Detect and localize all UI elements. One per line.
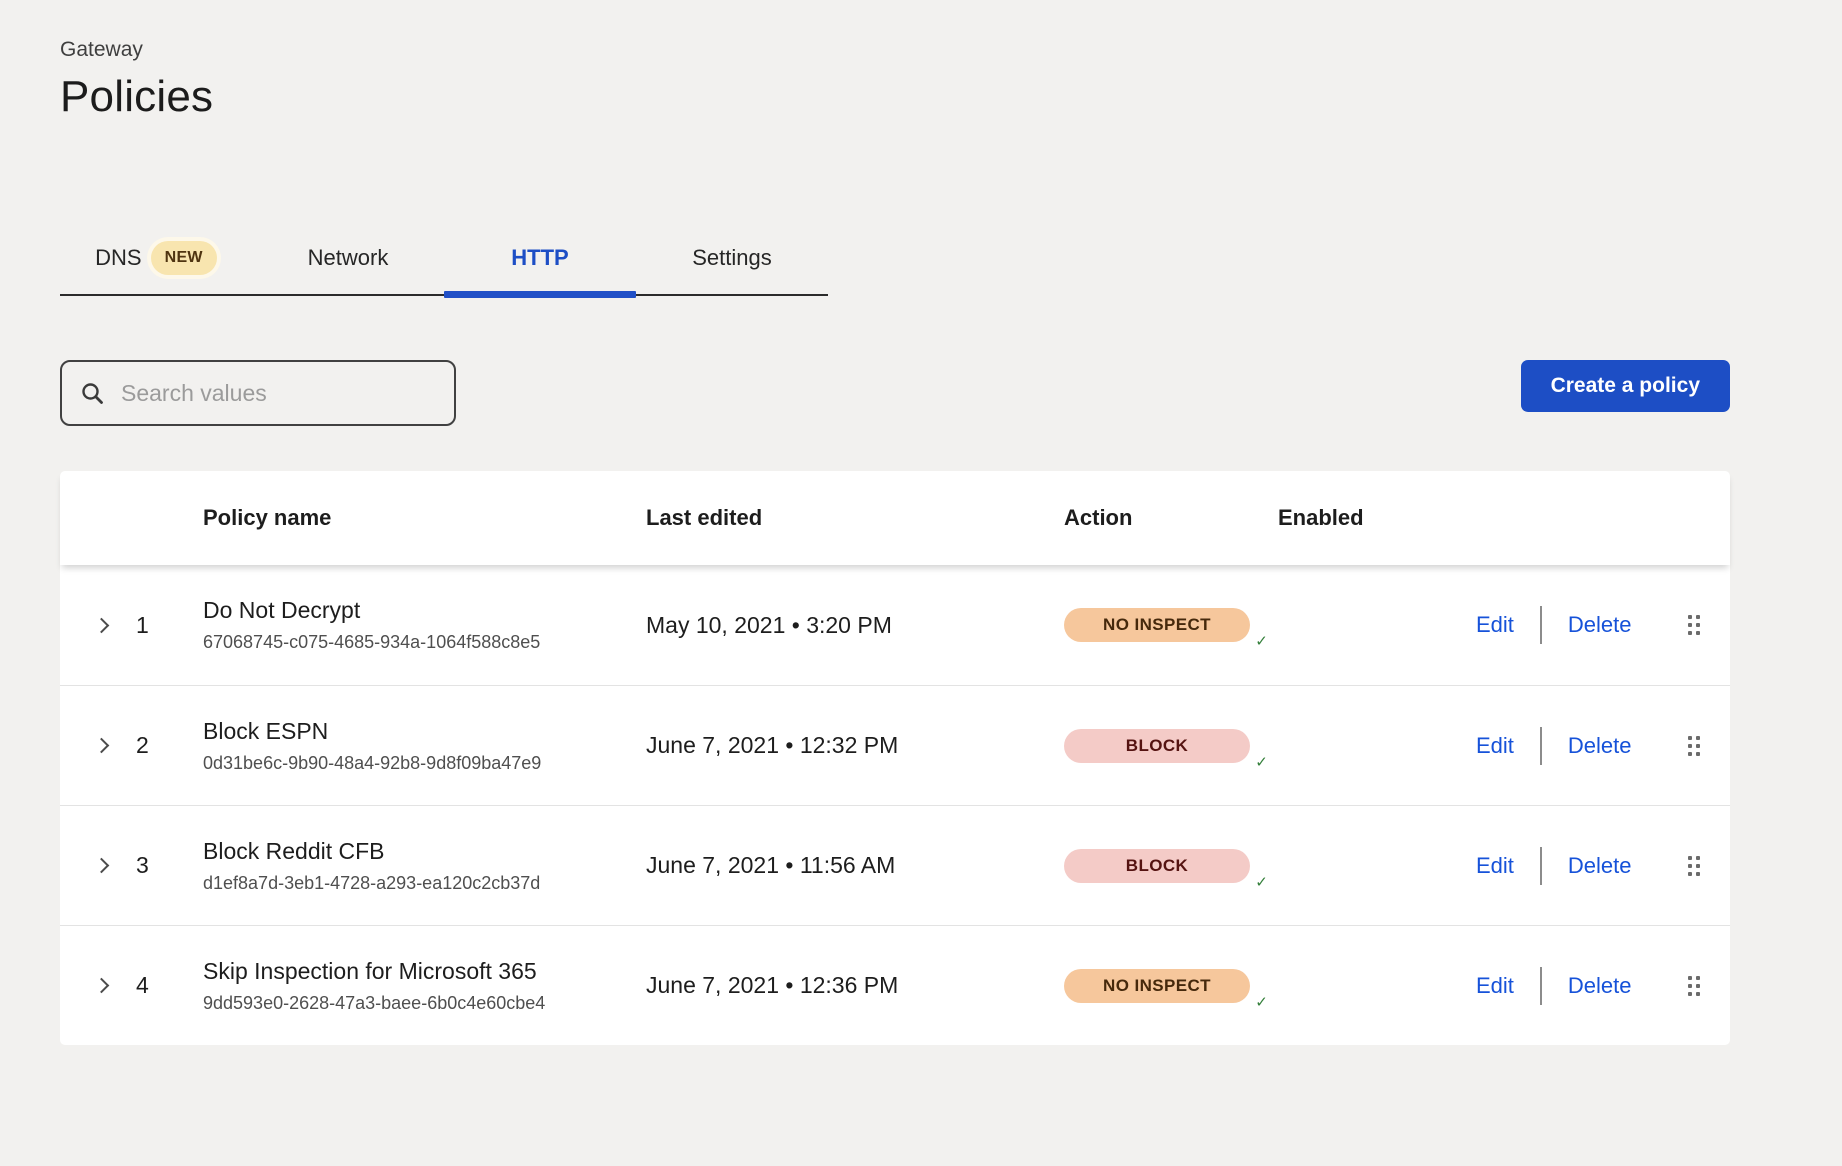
row-actions: Edit Delete xyxy=(1476,606,1700,644)
link-separator xyxy=(1540,606,1542,644)
link-separator xyxy=(1540,967,1542,1005)
tab-bar: DNS NEW Network HTTP Settings xyxy=(60,222,828,296)
policy-id: 67068745-c075-4685-934a-1064f588c8e5 xyxy=(203,632,646,653)
tab-http[interactable]: HTTP xyxy=(444,222,636,294)
link-separator xyxy=(1540,727,1542,765)
policy-name: Do Not Decrypt xyxy=(203,597,646,624)
edit-link[interactable]: Edit xyxy=(1476,733,1514,759)
tab-dns[interactable]: DNS NEW xyxy=(60,222,252,294)
breadcrumb[interactable]: Gateway xyxy=(60,38,1842,62)
policy-id: 0d31be6c-9b90-48a4-92b8-9d8f09ba47e9 xyxy=(203,753,646,774)
edit-link[interactable]: Edit xyxy=(1476,973,1514,999)
table-row: 3 Block Reddit CFB d1ef8a7d-3eb1-4728-a2… xyxy=(60,805,1730,925)
chevron-right-icon[interactable] xyxy=(94,738,110,754)
last-edited: June 7, 2021 • 11:56 AM xyxy=(646,852,1064,879)
column-last-edited: Last edited xyxy=(646,505,1064,531)
toggle-knob: ✓ xyxy=(1249,990,1274,1015)
search-box[interactable] xyxy=(60,360,456,426)
row-number: 3 xyxy=(136,852,203,879)
new-badge: NEW xyxy=(151,241,217,275)
toggle-knob: ✓ xyxy=(1249,629,1274,654)
last-edited: June 7, 2021 • 12:32 PM xyxy=(646,732,1064,759)
toggle-knob: ✓ xyxy=(1249,750,1274,775)
page-title: Policies xyxy=(60,72,1842,122)
action-badge: NO INSPECT xyxy=(1064,969,1250,1003)
table-row: 1 Do Not Decrypt 67068745-c075-4685-934a… xyxy=(60,565,1730,685)
table-body: 1 Do Not Decrypt 67068745-c075-4685-934a… xyxy=(60,565,1730,1045)
row-actions: Edit Delete xyxy=(1476,847,1700,885)
policy-name: Skip Inspection for Microsoft 365 xyxy=(203,958,646,985)
drag-handle-icon[interactable] xyxy=(1688,615,1700,635)
check-icon: ✓ xyxy=(1255,634,1268,649)
action-badge: NO INSPECT xyxy=(1064,608,1250,642)
policy-name-cell: Skip Inspection for Microsoft 365 9dd593… xyxy=(203,958,646,1014)
tab-settings-label: Settings xyxy=(692,245,772,271)
delete-link[interactable]: Delete xyxy=(1568,973,1632,999)
check-icon: ✓ xyxy=(1255,875,1268,890)
edit-link[interactable]: Edit xyxy=(1476,853,1514,879)
table-header: Policy name Last edited Action Enabled xyxy=(60,471,1730,565)
action-badge: BLOCK xyxy=(1064,729,1250,763)
search-input[interactable] xyxy=(121,380,438,407)
toggle-knob: ✓ xyxy=(1249,870,1274,895)
policy-id: 9dd593e0-2628-47a3-baee-6b0c4e60cbe4 xyxy=(203,993,646,1014)
chevron-right-icon[interactable] xyxy=(94,978,110,994)
delete-link[interactable]: Delete xyxy=(1568,733,1632,759)
row-number: 1 xyxy=(136,612,203,639)
tab-dns-label: DNS xyxy=(95,245,141,271)
drag-handle-icon[interactable] xyxy=(1688,736,1700,756)
delete-link[interactable]: Delete xyxy=(1568,853,1632,879)
policy-name: Block ESPN xyxy=(203,718,646,745)
policy-id: d1ef8a7d-3eb1-4728-a293-ea120c2cb37d xyxy=(203,873,646,894)
drag-handle-icon[interactable] xyxy=(1688,856,1700,876)
policies-table: Policy name Last edited Action Enabled 1… xyxy=(60,471,1730,1045)
row-number: 2 xyxy=(136,732,203,759)
tab-http-label: HTTP xyxy=(511,245,568,271)
action-badge: BLOCK xyxy=(1064,849,1250,883)
tab-network[interactable]: Network xyxy=(252,222,444,294)
search-icon xyxy=(80,381,105,406)
create-policy-button[interactable]: Create a policy xyxy=(1521,360,1730,412)
edit-link[interactable]: Edit xyxy=(1476,612,1514,638)
column-enabled: Enabled xyxy=(1278,505,1476,531)
check-icon: ✓ xyxy=(1255,755,1268,770)
table-row: 4 Skip Inspection for Microsoft 365 9dd5… xyxy=(60,925,1730,1045)
row-actions: Edit Delete xyxy=(1476,727,1700,765)
row-actions: Edit Delete xyxy=(1476,967,1700,1005)
link-separator xyxy=(1540,847,1542,885)
tab-settings[interactable]: Settings xyxy=(636,222,828,294)
delete-link[interactable]: Delete xyxy=(1568,612,1632,638)
drag-handle-icon[interactable] xyxy=(1688,976,1700,996)
policy-name-cell: Block Reddit CFB d1ef8a7d-3eb1-4728-a293… xyxy=(203,838,646,894)
gateway-policies-page: Gateway Policies DNS NEW Network HTTP Se… xyxy=(0,0,1842,1045)
chevron-right-icon[interactable] xyxy=(94,858,110,874)
toolbar: Create a policy xyxy=(60,360,1730,426)
last-edited: June 7, 2021 • 12:36 PM xyxy=(646,972,1064,999)
policy-name: Block Reddit CFB xyxy=(203,838,646,865)
column-action: Action xyxy=(1064,505,1278,531)
chevron-right-icon[interactable] xyxy=(94,617,110,633)
row-number: 4 xyxy=(136,972,203,999)
column-policy-name: Policy name xyxy=(203,505,646,531)
last-edited: May 10, 2021 • 3:20 PM xyxy=(646,612,1064,639)
check-icon: ✓ xyxy=(1255,995,1268,1010)
policy-name-cell: Do Not Decrypt 67068745-c075-4685-934a-1… xyxy=(203,597,646,653)
table-row: 2 Block ESPN 0d31be6c-9b90-48a4-92b8-9d8… xyxy=(60,685,1730,805)
policy-name-cell: Block ESPN 0d31be6c-9b90-48a4-92b8-9d8f0… xyxy=(203,718,646,774)
tab-network-label: Network xyxy=(308,245,389,271)
